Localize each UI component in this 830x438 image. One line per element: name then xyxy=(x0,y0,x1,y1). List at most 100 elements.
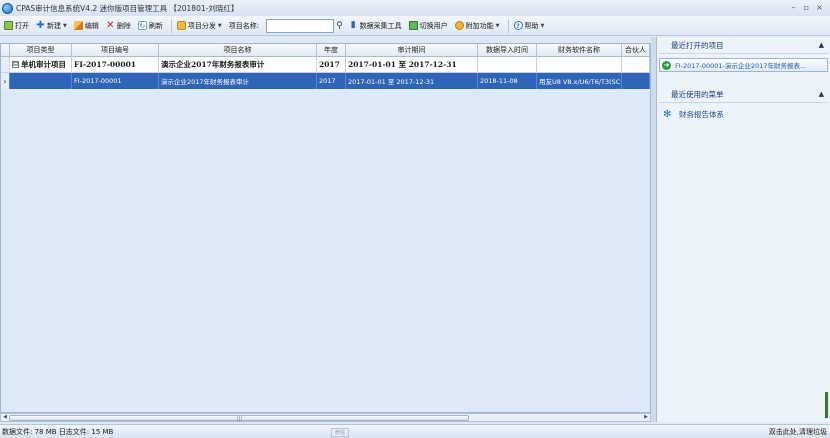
delete-icon: ✕ xyxy=(106,20,115,31)
chevron-down-icon: ▼ xyxy=(63,22,67,29)
table-cell: 2018-11-08 xyxy=(478,73,537,89)
collapse-icon[interactable]: ⊟ xyxy=(12,61,19,68)
project-share-button[interactable]: 项目分发 ▼ xyxy=(175,18,224,34)
group-type: 单机审计项目 xyxy=(21,60,66,69)
chevron-up-icon[interactable]: ▲ xyxy=(819,90,824,98)
project-grid: 项目类型 项目编号 项目名称 年度 审计期间 数据导入时间 财务软件名称 合伙人… xyxy=(0,43,651,413)
open-icon xyxy=(4,21,13,30)
help-button[interactable]: ? 帮助 ▼ xyxy=(512,18,547,34)
open-button[interactable]: 打开 xyxy=(2,18,31,34)
pencil-icon xyxy=(73,21,83,30)
table-cell xyxy=(478,57,537,72)
help-icon: ? xyxy=(513,21,523,30)
project-name-search-input[interactable] xyxy=(266,18,335,33)
search-icon[interactable]: ⚲ xyxy=(336,21,343,31)
current-row-indicator: › xyxy=(1,73,10,89)
toolbar: 打开 ✚ 新建 ▼ 编辑 ✕ 删除 ↻ 刷新 项目分发 ▼ 项目名称: ⚲ ▮ … xyxy=(0,16,830,36)
window-title: CPAS审计信息系统V4.2 迷你版项目管理工具 【201801-刘晓红】 xyxy=(16,3,239,13)
table-cell: 2017-01-01 至 2017-12-31 xyxy=(346,73,478,89)
panel-scroll-indicator[interactable] xyxy=(825,392,828,418)
table-cell xyxy=(622,73,650,89)
column-header[interactable]: 合伙人 xyxy=(622,44,650,57)
row-indicator xyxy=(1,57,10,72)
recent-projects-header[interactable]: 最近打开的项目 ▲ xyxy=(657,37,830,53)
delete-label: 删除 xyxy=(116,21,131,30)
table-cell xyxy=(537,57,622,72)
divider xyxy=(659,53,828,54)
recent-project-item[interactable]: ➜ FI-2017-00001-演示企业2017年财务报表... xyxy=(659,58,828,72)
minimize-button[interactable]: – xyxy=(787,2,800,14)
recent-project-label: FI-2017-00001-演示企业2017年财务报表... xyxy=(675,62,807,70)
usb-icon: ▮ xyxy=(350,20,356,30)
restore-button[interactable]: ▫ xyxy=(800,2,813,14)
group-type-cell: ⊟ 单机审计项目 xyxy=(10,57,72,72)
recent-projects-title: 最近打开的项目 xyxy=(671,40,724,50)
table-cell: 演示企业2017年财务报表审计 xyxy=(159,57,317,72)
column-header[interactable]: 数据导入时间 xyxy=(478,44,537,57)
table-cell: 用友U8 V8.x/U6/T6/T3(SC xyxy=(537,73,622,89)
table-cell xyxy=(10,73,72,89)
right-panel: 最近打开的项目 ▲ ➜ FI-2017-00001-演示企业2017年财务报表.… xyxy=(656,37,830,422)
chevron-down-icon: ▼ xyxy=(495,22,500,29)
grip-icon: ||| xyxy=(237,416,243,422)
grid-header: 项目类型 项目编号 项目名称 年度 审计期间 数据导入时间 财务软件名称 合伙人 xyxy=(1,44,650,57)
column-header[interactable]: 财务软件名称 xyxy=(537,44,622,57)
column-header[interactable]: 年度 xyxy=(317,44,346,57)
go-arrow-icon: ➜ xyxy=(662,60,671,70)
refresh-icon: ↻ xyxy=(137,21,147,30)
recent-menu-label: 财务报告体系 xyxy=(679,110,724,119)
plus-icon: ✚ xyxy=(36,20,45,31)
horizontal-scrollbar[interactable]: ◀ ||| ▶ xyxy=(0,413,651,422)
share-icon xyxy=(176,21,186,30)
new-label: 新建 xyxy=(47,21,61,30)
clean-garbage-link[interactable]: 双击此处,清理垃圾 xyxy=(769,427,827,437)
table-cell: FI-2017-00001 xyxy=(72,57,159,72)
title-bar: CPAS审计信息系统V4.2 迷你版项目管理工具 【201801-刘晓红】 – … xyxy=(0,0,830,16)
scrollbar-thumb[interactable]: ||| xyxy=(9,415,469,422)
refresh-button[interactable]: ↻ 刷新 xyxy=(136,18,165,34)
report-system-icon: ✻ xyxy=(663,108,672,120)
edit-button[interactable]: 编辑 xyxy=(72,18,101,34)
window-controls: – ▫ × xyxy=(787,2,826,14)
data-collect-label: 数据采集工具 xyxy=(359,21,402,30)
table-cell: FI-2017-00001 xyxy=(72,73,159,89)
switch-user-button[interactable]: 切换用户 xyxy=(407,18,450,34)
column-header[interactable]: 项目类型 xyxy=(10,44,72,57)
table-cell xyxy=(622,57,650,72)
grid-empty-area[interactable] xyxy=(1,89,650,412)
toolbar-separator xyxy=(507,18,509,33)
chevron-up-icon[interactable]: ▲ xyxy=(819,41,824,49)
column-header[interactable]: 审计期间 xyxy=(346,44,478,57)
wechat-watermark: 微信 xyxy=(331,428,349,437)
row-indicator-header xyxy=(1,44,10,57)
recent-menu-item[interactable]: ✻ 财务报告体系 xyxy=(663,109,830,120)
edit-label: 编辑 xyxy=(84,21,99,30)
table-cell: 2017-01-01 至 2017-12-31 xyxy=(346,57,478,72)
addon-icon xyxy=(454,21,464,30)
column-header[interactable]: 项目名称 xyxy=(159,44,317,57)
scroll-left-icon[interactable]: ◀ xyxy=(1,414,9,421)
project-name-label: 项目名称: xyxy=(228,21,260,30)
addon-label: 附加功能 xyxy=(465,21,494,30)
new-button[interactable]: ✚ 新建 ▼ xyxy=(34,18,69,34)
app-icon xyxy=(2,2,13,14)
delete-button[interactable]: ✕ 删除 xyxy=(104,18,133,34)
switch-user-label: 切换用户 xyxy=(419,21,448,30)
refresh-label: 刷新 xyxy=(148,21,163,30)
chevron-down-icon: ▼ xyxy=(540,22,545,29)
scroll-right-icon[interactable]: ▶ xyxy=(642,414,650,421)
recent-menus-header[interactable]: 最近使用的菜单 ▲ xyxy=(657,86,830,102)
chevron-down-icon: ▼ xyxy=(217,22,222,29)
close-button[interactable]: × xyxy=(813,2,826,14)
data-collect-button[interactable]: ▮ 数据采集工具 xyxy=(347,18,404,34)
recent-menus-title: 最近使用的菜单 xyxy=(671,89,724,99)
addon-button[interactable]: 附加功能 ▼ xyxy=(453,18,502,34)
table-cell: 2017 xyxy=(317,57,346,72)
column-header[interactable]: 项目编号 xyxy=(72,44,159,57)
table-row[interactable]: › FI-2017-00001 演示企业2017年财务报表审计 2017 201… xyxy=(1,73,650,89)
table-cell: 演示企业2017年财务报表审计 xyxy=(159,73,317,89)
help-label: 帮助 xyxy=(524,21,539,30)
project-share-label: 项目分发 xyxy=(187,21,216,30)
group-row[interactable]: ⊟ 单机审计项目 FI-2017-00001 演示企业2017年财务报表审计 2… xyxy=(1,57,650,73)
divider xyxy=(659,102,828,103)
